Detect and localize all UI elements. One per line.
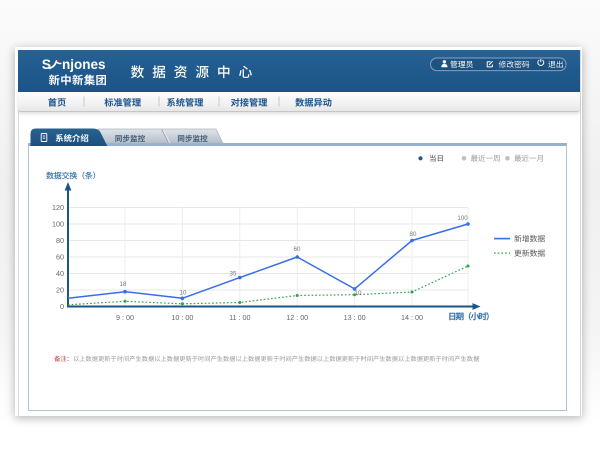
svg-text:10 : 00: 10 : 00 xyxy=(171,313,193,322)
svg-text:njones: njones xyxy=(62,57,106,72)
svg-text:40: 40 xyxy=(56,269,64,278)
svg-text:60: 60 xyxy=(294,246,301,253)
svg-text:14 : 00: 14 : 00 xyxy=(401,313,423,322)
svg-text:11 : 00: 11 : 00 xyxy=(229,313,250,322)
svg-text:18: 18 xyxy=(120,281,127,288)
svg-text:80: 80 xyxy=(56,236,64,245)
svg-text:0: 0 xyxy=(60,302,64,311)
svg-text:100: 100 xyxy=(457,215,468,222)
svg-text:12 : 00: 12 : 00 xyxy=(286,313,308,322)
svg-text:80: 80 xyxy=(410,231,417,238)
svg-text:13 : 00: 13 : 00 xyxy=(344,313,366,322)
svg-text:10: 10 xyxy=(180,290,187,297)
svg-text:S: S xyxy=(42,56,51,72)
svg-text:60: 60 xyxy=(56,253,64,262)
svg-text:120: 120 xyxy=(52,203,64,212)
svg-text:35: 35 xyxy=(230,271,237,278)
svg-text:100: 100 xyxy=(52,220,64,229)
svg-text:10: 10 xyxy=(355,290,362,297)
svg-text:9 : 00: 9 : 00 xyxy=(116,313,134,322)
svg-text:20: 20 xyxy=(56,286,64,295)
